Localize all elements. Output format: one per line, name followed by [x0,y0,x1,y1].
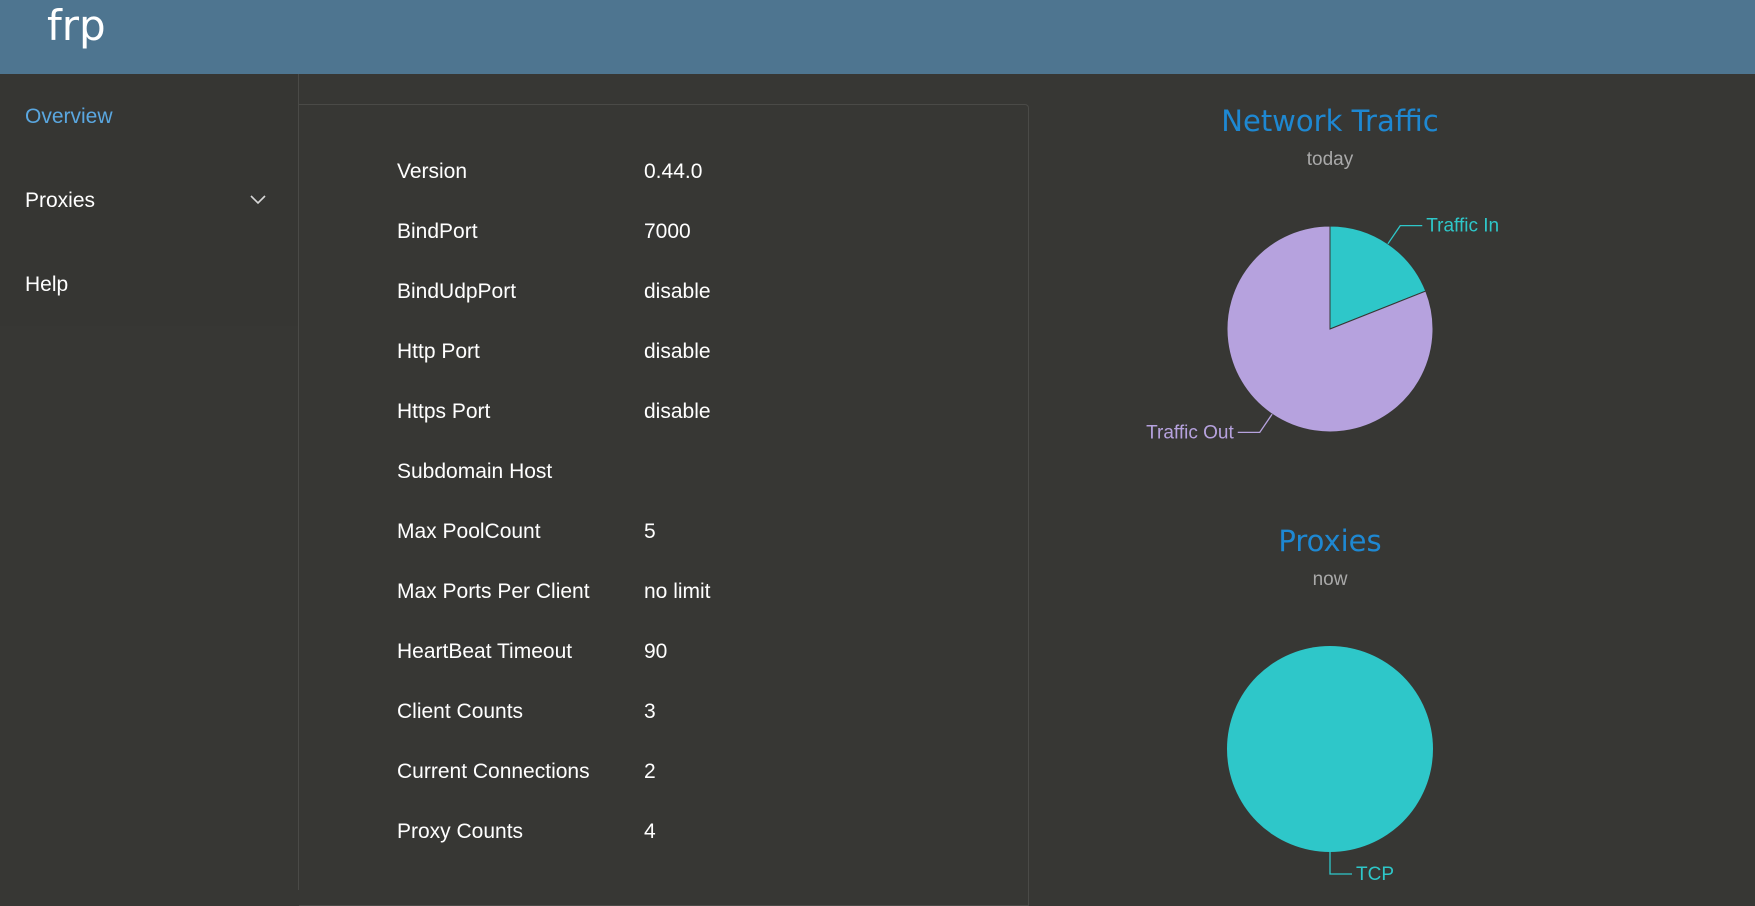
info-label: Https Port [397,400,491,423]
info-label: Http Port [397,340,480,363]
info-value: 90 [644,640,668,663]
info-label: BindUdpPort [397,280,517,303]
info-value: 3 [644,700,656,723]
proxies-chart-subtitle: now [1312,569,1348,590]
sidebar-item-help[interactable]: Help [25,272,68,298]
sidebar-item-overview[interactable]: Overview [25,104,113,130]
info-label: HeartBeat Timeout [397,640,573,663]
pie-label: Traffic Out [1146,422,1234,443]
brand-logo[interactable]: frp [47,0,106,52]
info-label: Max PoolCount [397,520,541,543]
pie-label-line [1329,852,1352,875]
info-value: 0.44.0 [644,160,703,183]
pie-label: TCP [1356,864,1394,885]
sidebar-item-proxies[interactable]: Proxies [25,188,95,214]
info-value: 7000 [644,220,691,243]
network-traffic-title: Network Traffic [1221,104,1439,138]
pie-slice-traffic-in[interactable] [1329,225,1427,330]
proxies-chart-title: Proxies [1278,524,1382,558]
info-label: Max Ports Per Client [397,580,590,603]
pie-label-line [1237,413,1273,434]
info-label: Version [397,160,468,183]
info-value: disable [644,280,711,303]
info-value: disable [644,340,711,363]
pie-label-line [1387,224,1423,245]
info-value: 5 [644,520,656,543]
info-label: Subdomain Host [397,460,553,483]
info-value: 2 [644,760,656,783]
pie-label: Traffic In [1426,216,1499,237]
info-value: 4 [644,820,656,843]
pie-slice-tcp[interactable] [1227,646,1433,852]
pie-slice-traffic-out[interactable] [1226,225,1434,433]
info-value: disable [644,400,711,423]
info-label: BindPort [397,220,478,243]
info-value: no limit [644,580,711,603]
info-label: Client Counts [397,700,524,723]
info-label: Proxy Counts [397,820,524,843]
network-traffic-subtitle: today [1306,149,1354,170]
info-label: Current Connections [397,760,590,783]
chevron-down-icon[interactable] [249,193,267,205]
top-header: frp [0,0,1755,74]
